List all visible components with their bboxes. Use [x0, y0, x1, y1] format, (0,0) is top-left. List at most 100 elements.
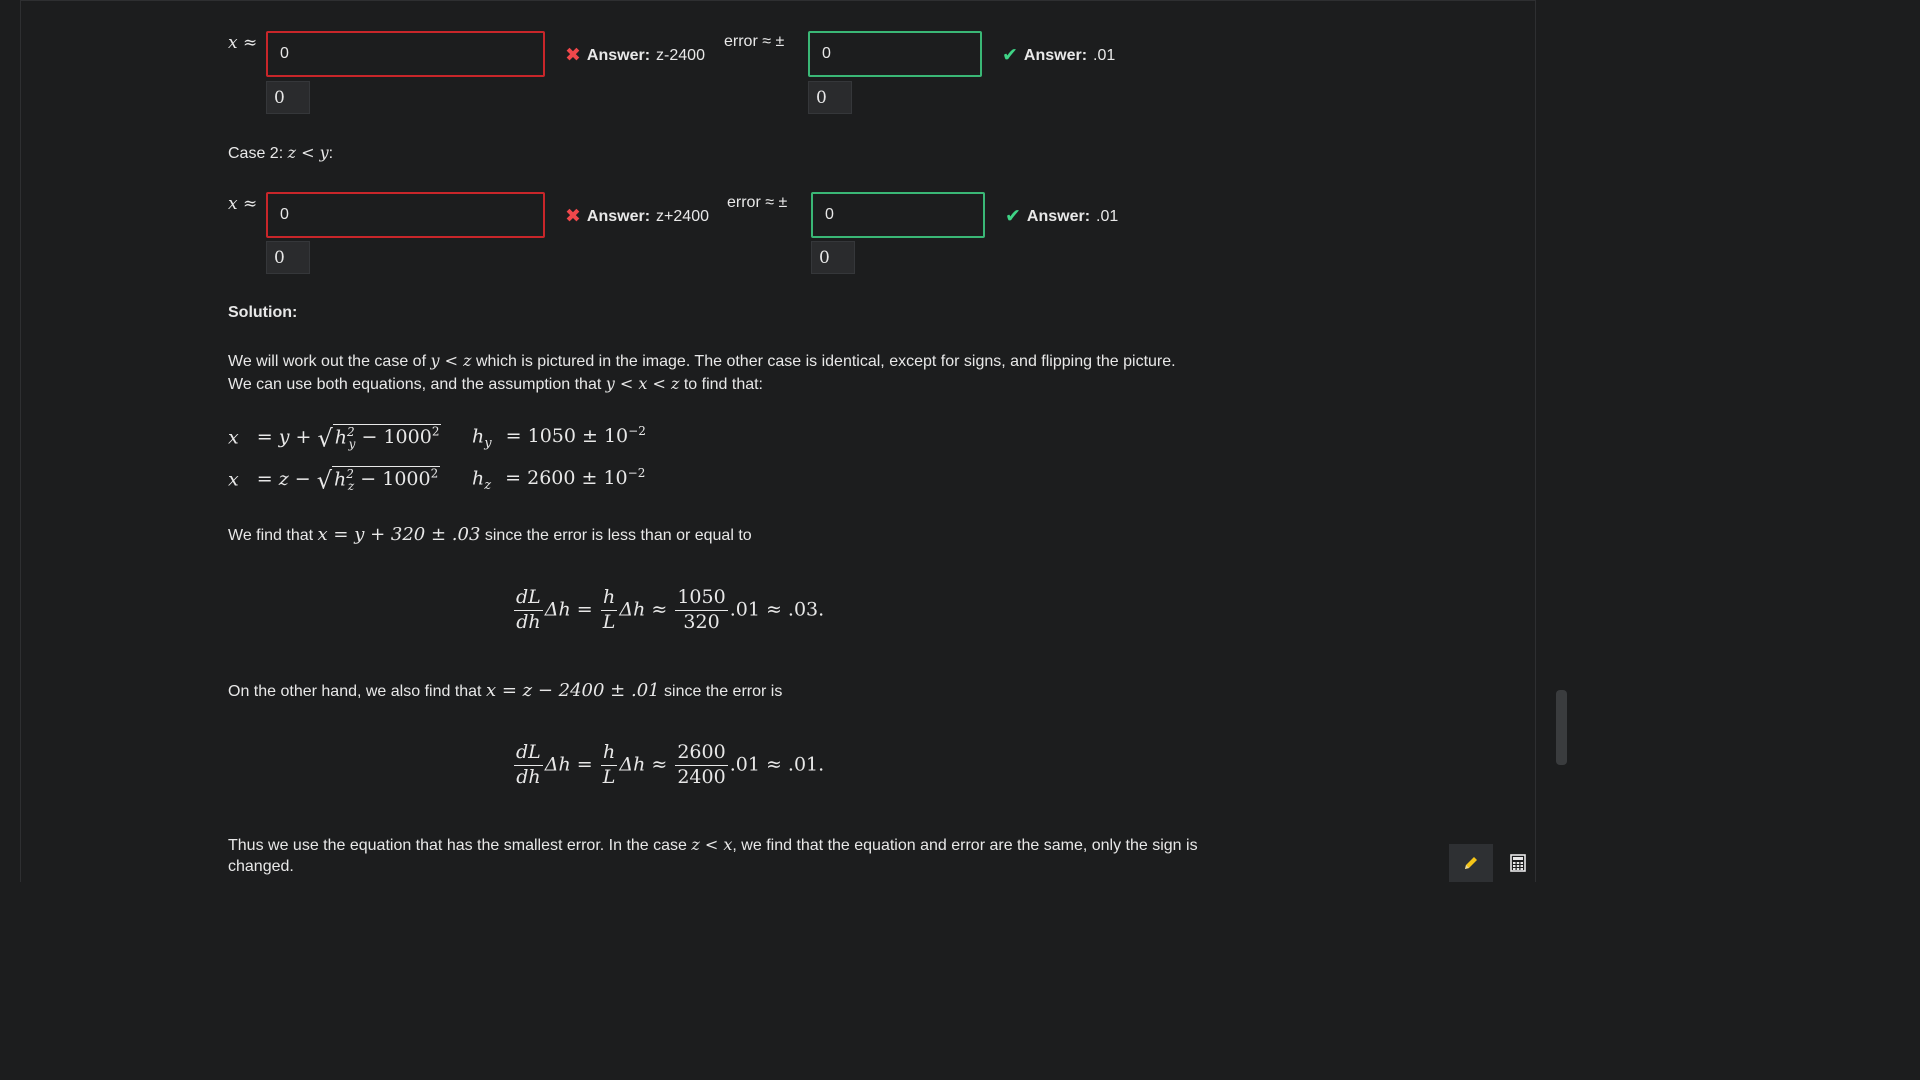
radical-sign: √ [316, 466, 333, 495]
calculator-button[interactable] [1496, 844, 1540, 882]
h-value: = 1050 ± 10 [505, 425, 629, 448]
case1-error-feedback: ✔ Answer: .01 [1002, 44, 1115, 67]
content-right-border [1535, 0, 1536, 882]
frac-den: dh [516, 610, 541, 633]
text-run: , we find that the equation and error ar… [732, 837, 1198, 854]
case2-x-preview: 0 [266, 241, 310, 274]
eq-lhs: x [228, 426, 239, 449]
frac-num: dL [514, 741, 543, 766]
frac-den: 2400 [677, 765, 726, 788]
h-subscript: y [484, 436, 492, 452]
scrollbar-thumb[interactable] [1556, 690, 1567, 765]
pencil-icon [1465, 857, 1477, 869]
fraction-values: 2600 2400 [675, 741, 728, 790]
derivative-equation-1: dL dh Δh = h L Δh ≈ 1050 320.01 ≈ .03. [512, 586, 824, 635]
text-run: which is pictured in the image. The othe… [471, 353, 1176, 370]
text-run: since the error is less than or equal to [480, 527, 752, 544]
h-symbol: h [472, 425, 485, 448]
frac-num: h [600, 741, 618, 766]
eq-part: Δh ≈ [619, 598, 668, 621]
inline-math: y < z [430, 351, 472, 370]
h-value: = 2600 ± 10 [505, 467, 628, 490]
frac-num: 1050 [675, 586, 728, 611]
equation-2: x = z − √ h2z − 10002 [228, 466, 441, 495]
eq-part: Δh = [544, 753, 593, 776]
case2-x-input[interactable]: 0 [266, 192, 545, 238]
eq-rhs: = z − [256, 468, 317, 491]
feedback-prefix: Answer: [1023, 46, 1088, 64]
frac-den: dh [516, 765, 541, 788]
incorrect-icon: ✖ [565, 45, 581, 66]
eq-radicand: h2y − 10002 [332, 424, 442, 452]
case2-heading-suffix: : [328, 145, 334, 162]
equation-1: x = y + √ h2y − 10002 [228, 424, 442, 453]
fraction-values: 1050 320 [675, 586, 728, 635]
solution-heading: Solution: [228, 304, 298, 321]
case2-x-label: x ≈ [228, 194, 258, 214]
h-exponent: −2 [627, 466, 646, 480]
case2-heading-math: z < y [287, 143, 329, 162]
frac-den: 320 [683, 610, 720, 633]
eq-rhs: = y + [256, 426, 318, 449]
frac-num: h [600, 586, 618, 611]
incorrect-icon: ✖ [565, 206, 581, 227]
frac-num: dL [514, 586, 543, 611]
eq-part: .01 ≈ .01. [729, 753, 825, 776]
eq-part: .01 ≈ .03. [729, 598, 825, 621]
case1-error-preview: 0 [808, 81, 852, 114]
fraction-h-l: hL [600, 741, 618, 790]
eq-lhs: x [228, 468, 239, 491]
fraction-h-l: hL [600, 586, 618, 635]
h-subscript: z [484, 478, 492, 494]
feedback-answer: .01 [1093, 46, 1116, 64]
equation-2-h: hz = 2600 ± 10−2 [472, 466, 645, 493]
inline-math: y < x < z [605, 374, 680, 393]
case1-error-input[interactable]: 0 [808, 31, 982, 77]
text-run: since the error is [659, 683, 783, 700]
radical-sign: √ [317, 424, 333, 453]
solution-paragraph-1: We will work out the case of y < z which… [228, 351, 1176, 371]
eq-part: Δh ≈ [619, 753, 668, 776]
correct-icon: ✔ [1005, 206, 1021, 227]
text-run: We will work out the case of [228, 353, 431, 370]
text-run: On the other hand, we also find that [228, 683, 486, 700]
frac-den: L [602, 765, 616, 788]
solution-paragraph-4: On the other hand, we also find that x =… [228, 680, 782, 701]
calculator-icon [1510, 854, 1526, 872]
case1-x-preview: 0 [266, 81, 310, 114]
feedback-answer: .01 [1096, 207, 1119, 225]
eq-part: Δh = [544, 598, 593, 621]
case2-error-input[interactable]: 0 [811, 192, 985, 238]
text-run: We can use both equations, and the assum… [228, 376, 606, 393]
case1-x-input[interactable]: 0 [266, 31, 545, 77]
inline-math: x = y + 320 ± .03 [317, 524, 481, 545]
inline-math: z < x [691, 835, 733, 854]
fraction-dl-dh: dL dh [514, 741, 543, 790]
frac-den: L [602, 610, 616, 633]
feedback-prefix: Answer: [1026, 207, 1091, 225]
case1-x-label: x ≈ [228, 33, 258, 53]
correct-icon: ✔ [1002, 45, 1018, 66]
text-run: to find that: [679, 376, 763, 393]
case2-error-feedback: ✔ Answer: .01 [1005, 205, 1118, 228]
solution-paragraph-5: Thus we use the equation that has the sm… [228, 835, 1198, 855]
text-run: We find that [228, 527, 318, 544]
case2-heading: Case 2: z < y: [228, 143, 333, 163]
eq-radicand: h2z − 10002 [332, 466, 441, 494]
derivative-equation-2: dL dh Δh = h L Δh ≈ 2600 2400.01 ≈ .01. [512, 741, 824, 790]
fraction-dl-dh: dL dh [514, 586, 543, 635]
equation-1-h: hy = 1050 ± 10−2 [472, 424, 646, 451]
inline-math: x = z − 2400 ± .01 [485, 680, 660, 701]
text-run: Thus we use the equation that has the sm… [228, 837, 692, 854]
case1-error-label: error ≈ ± [724, 33, 785, 50]
solution-paragraph-5-cont: changed. [228, 858, 294, 875]
pencil-button[interactable] [1449, 844, 1493, 882]
content-left-border [20, 0, 21, 882]
h-symbol: h [472, 467, 485, 490]
feedback-prefix: Answer: [586, 207, 651, 225]
frac-num: 2600 [675, 741, 728, 766]
feedback-answer: z+2400 [656, 207, 709, 225]
case2-error-label: error ≈ ± [727, 194, 788, 211]
case2-x-feedback: ✖ Answer: z+2400 [565, 205, 709, 228]
case2-heading-text: Case 2: [228, 145, 288, 162]
